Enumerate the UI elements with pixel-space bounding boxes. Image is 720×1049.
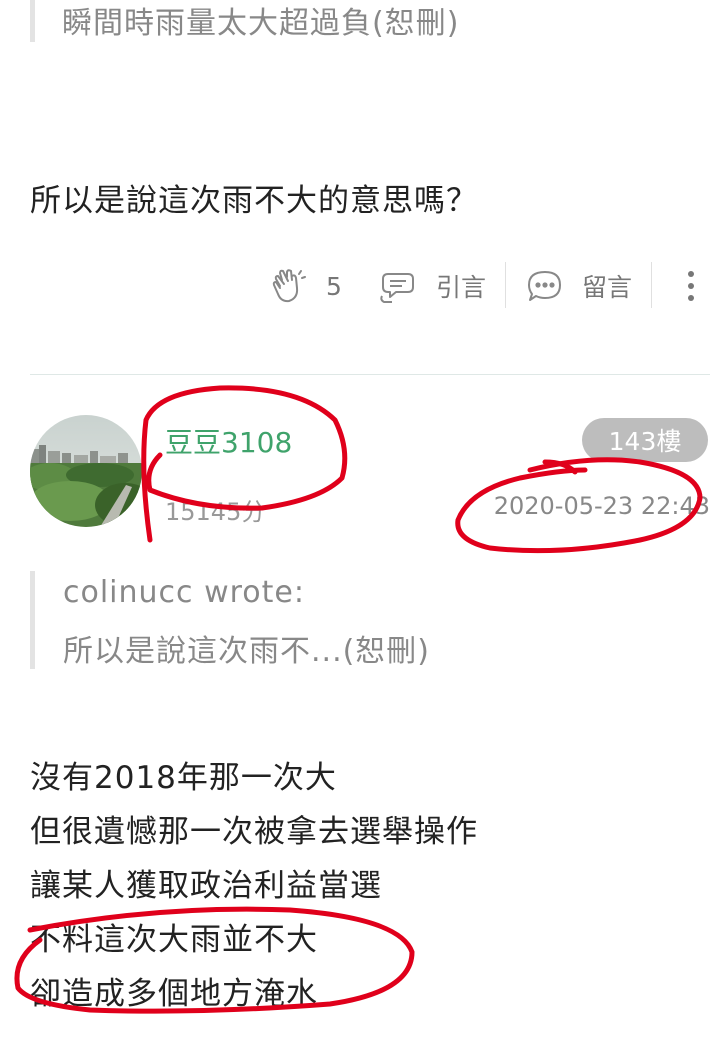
quote-bar xyxy=(30,571,35,669)
like-count: 5 xyxy=(326,271,342,301)
prev-post-body: 所以是說這次雨不大的意思嗎？ xyxy=(30,183,478,219)
post-body-line: 不料這次大雨並不大 xyxy=(30,922,318,958)
like-button[interactable]: 5 xyxy=(268,262,342,310)
floor-badge: 143樓 xyxy=(582,418,708,462)
quote-icon xyxy=(378,266,420,306)
quote-label: 引言 xyxy=(436,273,487,302)
post-datetime: 2020-05-23 22:43 xyxy=(493,492,710,520)
username[interactable]: 豆豆3108 xyxy=(165,421,292,461)
more-options-button[interactable] xyxy=(676,262,706,310)
action-separator-2 xyxy=(651,262,652,308)
post-body-line: 沒有2018年那一次大 xyxy=(30,760,337,796)
post-body-line: 卻造成多個地方淹水 xyxy=(30,976,318,1012)
date-tick-annotation xyxy=(542,459,578,475)
post-body-line: 但很遺憾那一次被拿去選舉操作 xyxy=(30,814,478,850)
prev-quote-bar xyxy=(30,0,35,42)
prev-quote-snippet: 瞬間時雨量太大超過負(恕刪) xyxy=(62,6,460,41)
post-divider xyxy=(30,374,710,375)
avatar[interactable] xyxy=(30,415,142,527)
action-separator-1 xyxy=(505,262,506,308)
comment-button[interactable]: 留言 xyxy=(524,262,632,310)
quote-button[interactable]: 引言 xyxy=(378,262,486,310)
more-vertical-icon xyxy=(686,268,696,304)
quote-author-line: colinucc wrote: xyxy=(63,575,305,610)
comment-label: 留言 xyxy=(582,273,633,302)
comment-icon xyxy=(524,266,566,306)
user-score: 15145分 xyxy=(165,498,266,526)
clap-icon xyxy=(268,266,308,306)
post-body-line: 讓某人獲取政治利益當選 xyxy=(30,868,382,904)
quote-snippet: 所以是說這次雨不...(恕刪) xyxy=(63,634,431,669)
